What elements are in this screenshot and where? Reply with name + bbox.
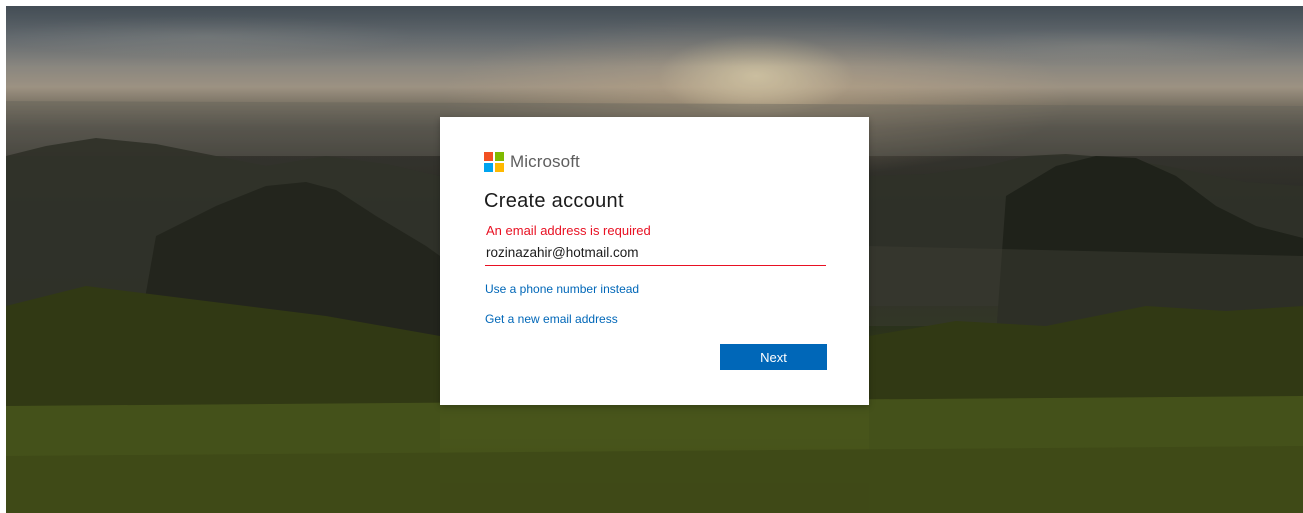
page-title: Create account	[484, 190, 624, 212]
logo-square-green	[495, 152, 504, 161]
use-phone-number-link[interactable]: Use a phone number instead	[485, 282, 639, 296]
email-field[interactable]	[485, 239, 826, 266]
get-new-email-link[interactable]: Get a new email address	[485, 312, 618, 326]
logo-square-yellow	[495, 163, 504, 172]
brand-name: Microsoft	[510, 152, 580, 171]
next-button[interactable]: Next	[720, 344, 827, 370]
microsoft-logo-icon	[484, 152, 504, 172]
logo-square-blue	[484, 163, 493, 172]
logo-square-red	[484, 152, 493, 161]
brand: Microsoft	[484, 152, 580, 172]
signup-card: Microsoft Create account An email addres…	[440, 117, 869, 405]
email-error-message: An email address is required	[486, 223, 651, 238]
page-frame: Microsoft Create account An email addres…	[6, 6, 1303, 513]
